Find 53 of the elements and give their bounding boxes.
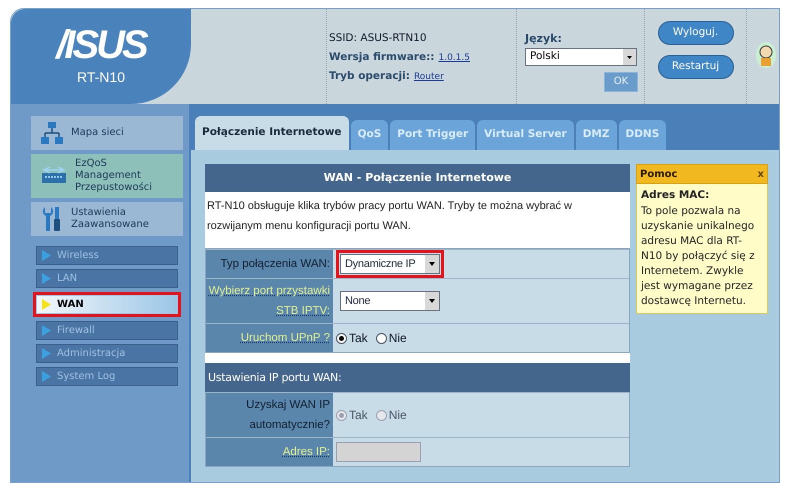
sidebar-item[interactable]: LAN	[36, 269, 178, 288]
mode-link[interactable]: Router	[414, 70, 444, 84]
model-name: RT-N10	[77, 68, 125, 87]
mode-label: Tryb operacji:	[329, 68, 410, 84]
dropdown[interactable]: None	[340, 291, 440, 311]
radio-button[interactable]	[336, 332, 347, 344]
radio-label: Tak	[349, 330, 368, 347]
sidebar-item[interactable]: Wireless	[36, 246, 178, 265]
sidebar-item[interactable]: Administracja	[36, 344, 178, 363]
triangle-icon	[42, 325, 51, 336]
header-button[interactable]: Restartuj	[658, 55, 734, 79]
sidebar-item[interactable]: WAN	[36, 295, 178, 314]
tab[interactable]: Port Trigger	[390, 120, 476, 150]
firmware-label: Wersja firmware::	[329, 50, 434, 65]
panel-description: RT-N10 obsługuje klika trybów pracy portu WAN. Tryby te można wybrać w rozwijanym menu konfiguracji portu WAN.	[206, 199, 573, 234]
help-text: To pole pozwala na uzyskanie unikalnego adresu MAC dla RT-N10 by połączyć się z Internetem. Zwykle jest wymagane przez dostawcę Internetu.	[641, 204, 756, 309]
dropdown[interactable]: Dynamiczne IP	[340, 254, 440, 274]
help-title: Pomoc	[640, 168, 678, 182]
sidebar-section[interactable]: Mapa sieci	[31, 116, 183, 150]
field-label: Typ połączenia WAN:	[220, 257, 330, 272]
ssid-text: SSID: ASUS-RTN10	[329, 31, 428, 46]
triangle-icon	[42, 299, 51, 310]
triangle-icon	[42, 348, 51, 359]
triangle-icon	[42, 250, 51, 261]
firmware-link[interactable]: 1.0.1.5	[438, 52, 470, 66]
help-heading: Adres MAC:	[641, 188, 710, 203]
tools-icon	[41, 206, 63, 232]
switch-icon	[41, 167, 67, 185]
network-icon	[41, 121, 63, 145]
tab[interactable]: DMZ	[576, 120, 616, 150]
field-label: Uzyskaj WAN IP automatycznie?	[245, 398, 330, 433]
sidebar-item[interactable]: Firewall	[36, 321, 178, 340]
tab[interactable]: QoS	[350, 120, 388, 150]
header-button[interactable]: Wyloguj.	[658, 21, 734, 45]
sidebar-section[interactable]: Ustawienia Zaawansowane	[31, 202, 183, 236]
mascot-icon	[755, 41, 777, 69]
panel-title: WAN - Połączenie Internetowe	[205, 164, 630, 192]
tab[interactable]: DDNS	[618, 120, 666, 150]
tab[interactable]: Połączenie Internetowe	[195, 116, 349, 150]
sidebar-section[interactable]: EzQoS Management Przepustowości	[31, 154, 183, 198]
radio-label: Tak	[349, 407, 368, 424]
radio-label: Nie	[388, 407, 407, 424]
triangle-icon	[42, 273, 51, 284]
language-label: Język:	[525, 31, 563, 47]
section-title: Ustawienia IP portu WAN:	[205, 363, 630, 392]
language-dropdown[interactable]: Polski	[525, 48, 637, 66]
triangle-icon	[42, 371, 51, 382]
radio-label: Nie	[388, 330, 407, 347]
radio-button[interactable]	[376, 332, 387, 344]
sidebar-item[interactable]: System Log	[36, 367, 178, 386]
logo: /ISUS	[56, 25, 146, 65]
tab[interactable]: Virtual Server	[477, 120, 574, 150]
close-button[interactable]: x	[758, 166, 764, 182]
